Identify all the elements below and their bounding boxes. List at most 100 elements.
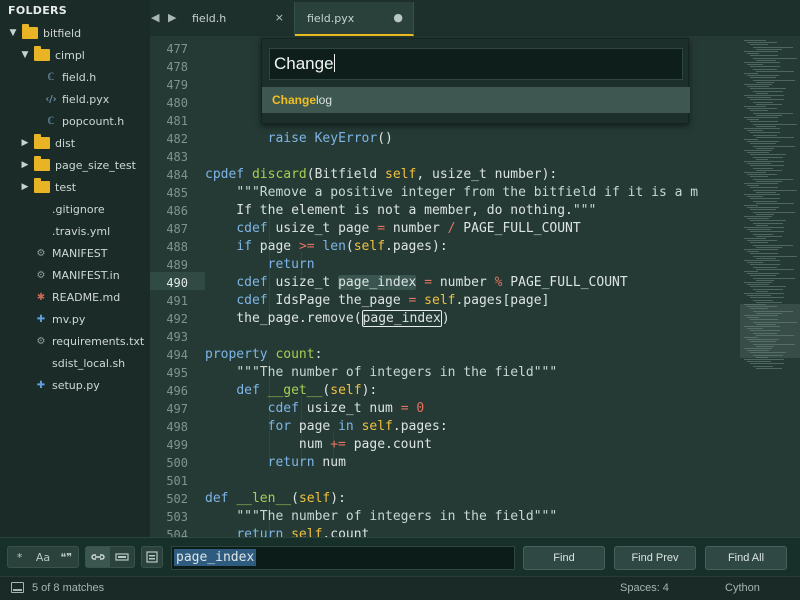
chevron-right-icon[interactable]: ▶	[20, 160, 30, 170]
case-sensitive-toggle[interactable]: Aa	[31, 547, 54, 567]
folder-open-icon	[34, 46, 50, 61]
chevron-down-icon[interactable]: ▼	[8, 28, 18, 38]
unsaved-dot-icon[interactable]: ●	[393, 11, 403, 24]
code-line: if page >= len(self.pages):	[236, 239, 448, 254]
sidebar-item-manifest-in[interactable]: ⚙ MANIFEST.in	[34, 264, 120, 286]
folder-icon	[34, 178, 50, 193]
close-icon[interactable]: ×	[275, 11, 284, 24]
minimap-line	[747, 108, 777, 110]
sidebar-item-setup-py[interactable]: ✚ setup.py	[34, 374, 100, 396]
folder-icon	[34, 156, 50, 171]
goto-result-match: Change	[272, 93, 317, 107]
minimap-line	[750, 110, 768, 112]
sidebar-item-travis-yml[interactable]: .travis.yml	[34, 220, 110, 242]
sidebar-item-readme[interactable]: ✱ README.md	[34, 286, 120, 308]
find-options-group-3	[141, 546, 163, 568]
goto-result-item[interactable]: Changelog	[262, 87, 690, 113]
find-prev-button[interactable]: Find Prev	[614, 546, 696, 570]
chevron-down-icon[interactable]: ▼	[20, 50, 30, 60]
sidebar-item-field-pyx[interactable]: ‹/› field.pyx	[44, 88, 109, 110]
minimap-line	[753, 299, 773, 301]
minimap-line	[750, 220, 786, 222]
minimap-line	[750, 132, 780, 134]
minimap-line	[756, 257, 776, 259]
sidebar-item-field-h[interactable]: ℂ field.h	[44, 66, 97, 88]
minimap-line	[744, 62, 780, 63]
find-panel: * Aa ❝❞ page_index Find Find Prev Find A…	[0, 537, 800, 576]
tab-field-h[interactable]: field.h ×	[180, 2, 295, 36]
tab-field-pyx[interactable]: field.pyx ●	[295, 2, 414, 36]
sidebar-item-sdist-local[interactable]: sdist_local.sh	[34, 352, 125, 374]
minimap-line	[756, 125, 776, 127]
sidebar-item-popcount-h[interactable]: ℂ popcount.h	[44, 110, 125, 132]
sidebar-item-mv-py[interactable]: ✚ mv.py	[34, 308, 86, 330]
find-button[interactable]: Find	[523, 546, 605, 570]
sidebar-item-test[interactable]: ▶ test	[20, 176, 76, 198]
minimap-line	[744, 117, 778, 118]
minimap-line	[756, 246, 782, 248]
code-line: cdef usize_t page_index = number % PAGE_…	[236, 275, 628, 290]
minimap-line	[756, 48, 782, 50]
in-selection-toggle[interactable]	[110, 547, 134, 567]
sidebar-item-label: popcount.h	[62, 114, 125, 128]
chevron-right-icon[interactable]: ▶	[20, 138, 30, 148]
minimap-line	[753, 244, 793, 246]
minimap-line	[753, 266, 777, 268]
minimap-line	[747, 207, 779, 209]
line-number: 481	[166, 114, 188, 128]
minimap-line	[744, 304, 766, 305]
sidebar-item-label: MANIFEST.in	[52, 268, 120, 282]
find-input[interactable]: page_index	[171, 546, 515, 570]
panel-toggle-icon[interactable]	[11, 582, 24, 593]
indentation-setting[interactable]: Spaces: 4	[620, 582, 669, 594]
sidebar-item-requirements[interactable]: ⚙ requirements.txt	[34, 330, 145, 352]
sidebar-item-page-size-test[interactable]: ▶ page_size_test	[20, 154, 136, 176]
minimap-line	[747, 119, 759, 121]
find-all-button[interactable]: Find All	[705, 546, 787, 570]
sidebar-item-dist[interactable]: ▶ dist	[20, 132, 75, 154]
minimap-line	[747, 284, 769, 286]
tab-label: field.pyx	[307, 12, 355, 25]
sidebar-item-cimpl[interactable]: ▼ cimpl	[20, 44, 85, 66]
wrap-toggle[interactable]	[86, 547, 110, 567]
forward-arrow-icon[interactable]: ▶	[168, 11, 176, 24]
line-number: 489	[166, 258, 188, 272]
minimap-line	[744, 216, 772, 217]
sidebar-item-label: dist	[55, 136, 76, 150]
minimap-line	[750, 99, 784, 101]
chevron-right-icon[interactable]: ▶	[20, 182, 30, 192]
back-arrow-icon[interactable]: ◀	[151, 11, 159, 24]
folder-open-icon	[22, 24, 38, 39]
sidebar-item-label: sdist_local.sh	[52, 356, 126, 370]
highlight-matches-toggle[interactable]	[142, 547, 162, 567]
minimap-line	[744, 106, 766, 107]
sidebar-item-manifest[interactable]: ⚙ MANIFEST	[34, 242, 108, 264]
link-icon	[91, 554, 105, 560]
minimap-line	[750, 286, 786, 288]
minimap-line	[756, 213, 774, 215]
line-number: 483	[166, 150, 188, 164]
sidebar-item-gitignore[interactable]: .gitignore	[34, 198, 105, 220]
regex-toggle[interactable]: *	[8, 547, 31, 567]
minimap-line	[750, 319, 778, 321]
minimap-line	[744, 51, 778, 52]
goto-input[interactable]: Change	[269, 48, 683, 80]
line-number: 497	[166, 402, 188, 416]
code-line: property count:	[205, 347, 323, 362]
minimap-line	[750, 143, 776, 145]
sidebar-item-bitfield[interactable]: ▼ bitfield	[8, 22, 81, 44]
minimap-line	[747, 42, 777, 44]
gear-icon: ⚙	[36, 269, 46, 281]
minimap-line	[756, 59, 776, 61]
minimap-line	[750, 55, 778, 57]
minimap-line	[747, 141, 779, 143]
star-icon: ✱	[36, 291, 46, 303]
code-line: return	[267, 257, 315, 272]
whole-word-toggle[interactable]: ❝❞	[55, 547, 78, 567]
syntax-selector[interactable]: Cython	[725, 582, 760, 594]
tab-label: field.h	[192, 12, 227, 25]
code-file-icon: ‹/›	[45, 93, 57, 105]
sidebar-item-label: requirements.txt	[52, 334, 145, 348]
minimap-line	[750, 264, 780, 266]
minimap[interactable]	[740, 36, 800, 537]
